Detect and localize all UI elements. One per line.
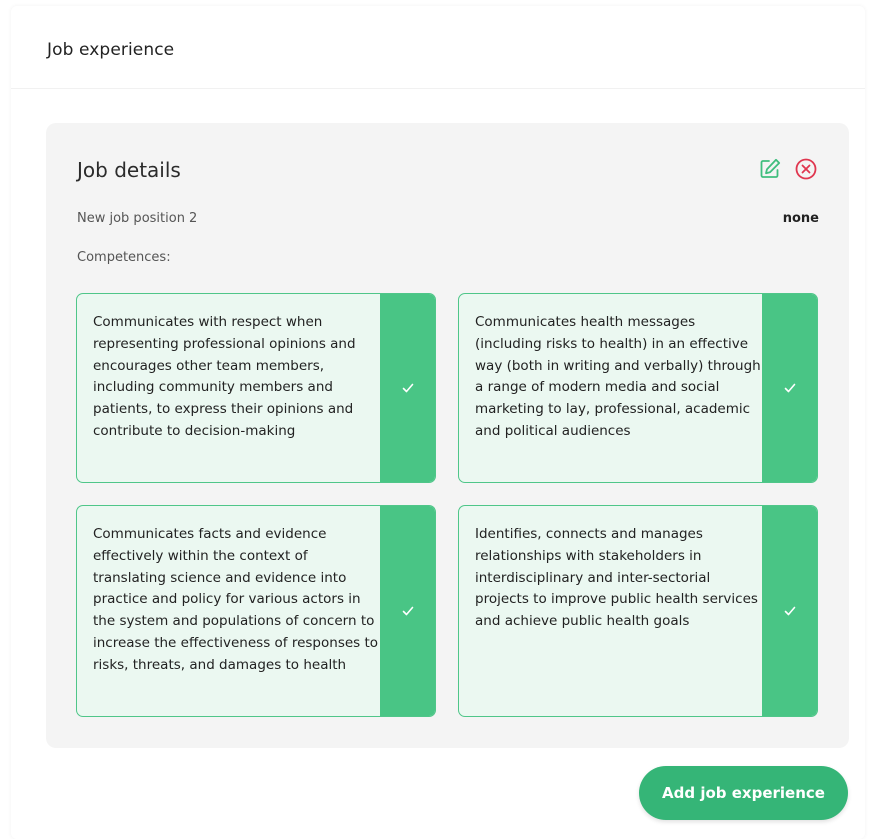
competence-card[interactable]: Communicates health messages (including … <box>458 293 818 483</box>
competence-text: Identifies, connects and manages relatio… <box>475 526 758 630</box>
competence-card[interactable]: Identifies, connects and manages relatio… <box>458 505 818 717</box>
divider <box>11 88 865 89</box>
edit-button[interactable] <box>758 157 782 181</box>
job-experience-panel: Job experience Job details New job posit… <box>11 6 865 839</box>
competence-text: Communicates health messages (including … <box>475 314 761 439</box>
close-circle-icon <box>795 158 817 180</box>
job-details-title: Job details <box>77 158 181 182</box>
competence-check[interactable] <box>380 506 435 716</box>
check-icon <box>784 606 795 616</box>
competence-check[interactable] <box>762 506 817 716</box>
add-job-experience-button[interactable]: Add job experience <box>639 766 848 820</box>
check-icon <box>402 383 413 393</box>
competence-check[interactable] <box>380 294 435 482</box>
section-title: Job experience <box>47 40 175 60</box>
check-icon <box>784 383 795 393</box>
job-position-value: none <box>782 211 819 226</box>
delete-button[interactable] <box>794 157 818 181</box>
competence-card[interactable]: Communicates facts and evidence effectiv… <box>76 505 436 717</box>
edit-icon <box>760 158 781 178</box>
competence-check[interactable] <box>762 294 817 482</box>
check-icon <box>402 606 413 616</box>
job-details-card: Job details New job position 2 none Comp… <box>46 123 849 748</box>
competence-card[interactable]: Communicates with respect when represent… <box>76 293 436 483</box>
job-position-name: New job position 2 <box>77 211 198 226</box>
competence-text: Communicates with respect when represent… <box>93 314 356 439</box>
competences-label: Competences: <box>77 250 171 265</box>
competence-text: Communicates facts and evidence effectiv… <box>93 526 379 673</box>
